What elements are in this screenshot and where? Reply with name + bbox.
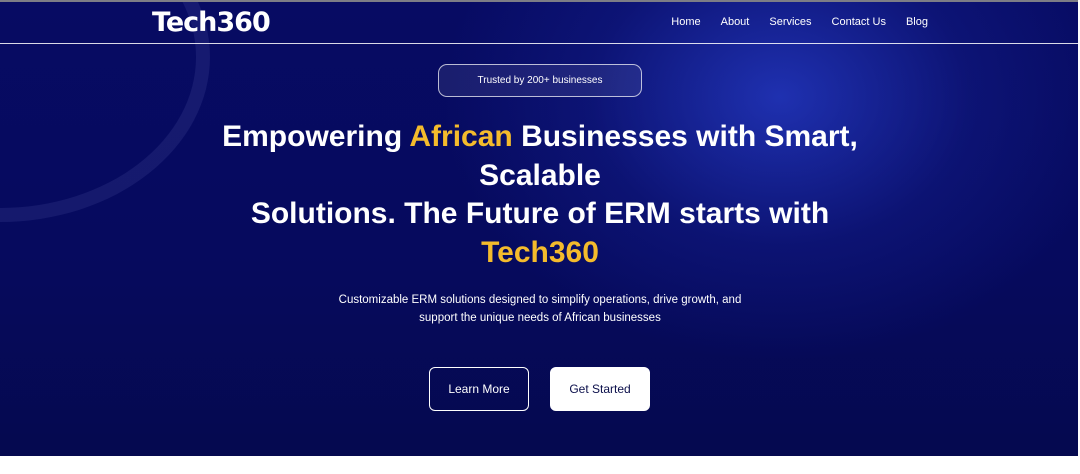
- hero-headline: Empowering African Businesses with Smart…: [180, 118, 900, 272]
- nav-links: Home About Services Contact Us Blog: [671, 16, 928, 28]
- headline-text-1: Empowering: [222, 120, 410, 153]
- subtitle-line-2: support the unique needs of African busi…: [419, 312, 661, 324]
- subtitle-line-1: Customizable ERM solutions designed to s…: [338, 294, 742, 306]
- navbar: Tech360 Home About Services Contact Us B…: [0, 2, 1078, 44]
- trust-badge: Trusted by 200+ businesses: [438, 64, 642, 97]
- headline-accent-tech360: Tech360: [481, 235, 599, 269]
- page: Tech360 Home About Services Contact Us B…: [0, 0, 1080, 474]
- headline-text-2: Businesses with Smart, Scalable: [479, 120, 858, 192]
- learn-more-button[interactable]: Learn More: [429, 367, 529, 411]
- logo[interactable]: Tech360: [152, 7, 271, 38]
- nav-services[interactable]: Services: [769, 16, 811, 28]
- get-started-button[interactable]: Get Started: [550, 367, 650, 411]
- hero-subtitle: Customizable ERM solutions designed to s…: [320, 291, 760, 327]
- headline-text-3: Solutions. The Future of ERM starts with: [250, 197, 830, 230]
- nav-about[interactable]: About: [721, 16, 750, 28]
- nav-home[interactable]: Home: [671, 16, 700, 28]
- hero-section: Tech360 Home About Services Contact Us B…: [0, 2, 1078, 456]
- nav-blog[interactable]: Blog: [906, 16, 928, 28]
- headline-accent-african: African: [409, 120, 513, 153]
- nav-contact-us[interactable]: Contact Us: [832, 16, 886, 28]
